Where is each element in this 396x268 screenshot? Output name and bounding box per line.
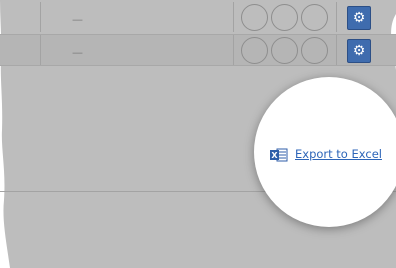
row-settings-button[interactable]: ⚙ — [347, 39, 371, 63]
column-divider — [336, 35, 337, 65]
column-divider — [336, 2, 337, 32]
rating-slot[interactable] — [301, 37, 328, 64]
row-settings-button[interactable]: ⚙ — [347, 6, 371, 30]
svg-text:X: X — [271, 151, 278, 160]
export-to-excel-link[interactable]: X Export to Excel — [270, 145, 382, 163]
rating-control[interactable] — [241, 37, 329, 64]
rating-slot[interactable] — [271, 37, 298, 64]
rating-slot[interactable] — [271, 4, 298, 31]
rating-slot[interactable] — [301, 4, 328, 31]
table-row: — ⚙ — [0, 34, 396, 66]
rating-control[interactable] — [241, 4, 329, 31]
screenshot-canvas: — ⚙ — ⚙ X Export to Excel — [0, 0, 396, 268]
gear-icon: ⚙ — [352, 10, 366, 26]
rating-slot[interactable] — [241, 4, 268, 31]
table-row: — ⚙ — [0, 2, 396, 32]
table-cell-value: — — [72, 13, 83, 26]
rating-slot[interactable] — [241, 37, 268, 64]
gear-icon: ⚙ — [352, 43, 366, 59]
table-cell-value: — — [72, 46, 83, 59]
column-divider — [40, 2, 41, 32]
excel-icon: X — [270, 147, 288, 162]
column-divider — [40, 35, 41, 65]
column-divider — [233, 35, 234, 65]
export-to-excel-label: Export to Excel — [295, 147, 382, 161]
column-divider — [233, 2, 234, 32]
